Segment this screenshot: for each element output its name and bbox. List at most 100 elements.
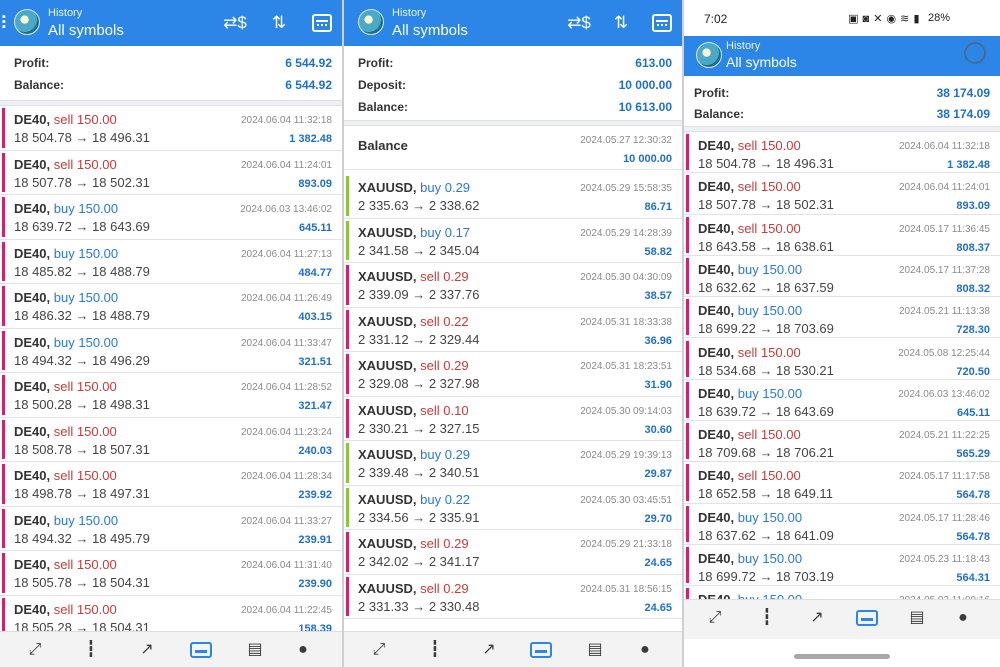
deal-amount: 403.15: [298, 311, 332, 323]
header-title[interactable]: All symbols: [48, 22, 124, 39]
deal-symbol: XAUUSD, buy 0.22: [358, 491, 471, 507]
deal-row[interactable]: DE40, sell 150.00 18 534.68 → 18 530.21 20…: [684, 338, 1000, 380]
history-inbox-icon[interactable]: [190, 642, 212, 658]
deal-row[interactable]: XAUUSD, buy 0.29 2 335.63 → 2 338.62 2024.…: [344, 174, 682, 219]
deal-prices: 18 699.22 → 18 703.69: [698, 321, 834, 337]
deal-prices: 18 632.62 → 18 637.59: [698, 279, 834, 295]
header-subtitle: History: [48, 7, 83, 19]
deal-row[interactable]: XAUUSD, buy 0.17 2 341.58 → 2 345.04 2024.…: [344, 218, 682, 263]
history-panel-2: History All symbols ⇄$ ⇅ Profit: 613.00 D…: [344, 0, 682, 667]
deal-prices: 18 639.72 → 18 643.69: [14, 219, 150, 234]
deal-time: 2024.05.29 21:33:18: [580, 539, 672, 550]
deal-prices: 2 331.12 → 2 329.44: [358, 331, 480, 347]
balance-row[interactable]: Balance 2024.05.27 12:30:32 10 000.00: [344, 126, 682, 170]
deal-row[interactable]: DE40, buy 150.00 18 639.72 → 18 643.69 202…: [0, 195, 342, 240]
deal-symbol: DE40, sell 150.00: [14, 557, 117, 572]
deal-time: 2024.05.29 15:58:35: [580, 183, 672, 194]
trend-icon[interactable]: ↗: [478, 640, 500, 660]
trend-icon[interactable]: ↗: [136, 640, 158, 660]
deal-amount: 564.78: [956, 489, 990, 502]
deal-row[interactable]: XAUUSD, sell 0.22 2 331.12 → 2 329.44 2024…: [344, 307, 682, 352]
deal-row[interactable]: DE40, sell 150.00 18 504.78 → 18 496.31 20…: [684, 132, 1000, 174]
deal-row[interactable]: DE40, sell 150.00 18 504.78 → 18 496.31 20…: [0, 106, 342, 151]
deal-amount: 645.11: [956, 406, 990, 419]
deal-symbol: DE40, sell 150.00: [698, 468, 801, 484]
deal-volume: 0.29: [444, 447, 471, 462]
deal-amount: 720.50: [956, 365, 990, 378]
deal-row[interactable]: DE40, buy 150.00 18 699.72 → 18 703.19 202…: [684, 545, 1000, 587]
sort-icon[interactable]: ⇅: [608, 11, 634, 35]
deal-row[interactable]: DE40, sell 150.00 18 505.78 → 18 504.31 20…: [0, 551, 342, 596]
news-icon[interactable]: ▤: [584, 640, 606, 660]
deal-row[interactable]: DE40, sell 150.00 18 643.58 → 18 638.61 20…: [684, 214, 1000, 256]
deal-prices: 2 339.48 → 2 340.51: [358, 465, 480, 480]
chart-candles-icon[interactable]: ┇: [756, 608, 778, 628]
deal-row[interactable]: DE40, buy 150.00 18 485.82 → 18 488.79 202…: [0, 239, 342, 284]
deal-row[interactable]: XAUUSD, buy 0.22 2 334.56 → 2 335.91 2024.…: [344, 485, 682, 530]
deal-side: buy: [737, 551, 759, 566]
deal-row[interactable]: DE40, buy 150.00 18 632.62 → 18 637.59 202…: [684, 255, 1000, 298]
deal-row[interactable]: XAUUSD, buy 0.29 2 339.48 → 2 340.51 2024.…: [344, 441, 682, 486]
deal-volume: 150.00: [78, 290, 119, 305]
battery-level: 28%: [927, 12, 950, 24]
deal-row[interactable]: XAUUSD, sell 0.29 2 331.33 → 2 330.48 2024…: [344, 574, 682, 619]
deal-row[interactable]: DE40, buy 150.00 18 494.32 → 18 495.79 202…: [0, 506, 342, 551]
deal-row[interactable]: XAUUSD, sell 0.29 2 342.02 → 2 341.17 2024…: [344, 530, 682, 575]
calendar-icon[interactable]: [312, 14, 332, 32]
deal-row[interactable]: DE40, sell 150.00 18 498.78 → 18 497.31 20…: [0, 462, 342, 507]
trade-icon[interactable]: ⤢: [24, 640, 46, 660]
header-title[interactable]: All symbols: [392, 22, 468, 39]
deal-side: sell: [53, 156, 74, 172]
deal-row[interactable]: DE40, sell 150.00 18 500.28 → 18 498.31 20…: [0, 373, 342, 418]
deal-row[interactable]: DE40, sell 150.00 18 507.78 → 18 502.31 20…: [0, 150, 342, 195]
news-icon[interactable]: ▤: [906, 608, 928, 628]
deal-time: 2024.05.30 04:30:09: [580, 272, 672, 283]
deal-symbol: DE40, buy 150.00: [698, 385, 803, 401]
history-inbox-icon[interactable]: [530, 642, 552, 658]
news-icon[interactable]: ▤: [244, 640, 266, 660]
deal-row[interactable]: XAUUSD, sell 0.10 2 330.21 → 2 327.15 2024…: [344, 396, 682, 441]
deal-row[interactable]: DE40, buy 150.00 18 494.32 → 18 496.29 202…: [0, 328, 342, 373]
deal-row[interactable]: DE40, buy 150.00 18 699.22 → 18 703.69 202…: [684, 297, 1000, 339]
history-inbox-icon[interactable]: [856, 610, 878, 626]
deal-row[interactable]: DE40, buy 150.00 18 637.62 → 18 641.09 202…: [684, 503, 1000, 545]
chart-candles-icon[interactable]: ┇: [424, 640, 446, 660]
chart-candles-icon[interactable]: ┇: [80, 640, 102, 660]
chat-icon[interactable]: ●: [292, 640, 314, 660]
trade-icon[interactable]: ⤢: [704, 608, 726, 628]
dollar-swap-icon[interactable]: ⇄$: [566, 11, 592, 35]
deal-prices: 18 485.82 → 18 488.79: [14, 263, 150, 279]
deal-row[interactable]: DE40, buy 150.00 18 639.72 → 18 643.69 202…: [684, 379, 1000, 422]
trade-icon[interactable]: ⤢: [368, 640, 390, 660]
deal-prices: 18 507.78 → 18 502.31: [14, 174, 150, 190]
deal-amount: 58.82: [644, 245, 672, 258]
deal-symbol: DE40, buy 150.00: [14, 512, 119, 528]
deal-row[interactable]: DE40, sell 150.00 18 507.78 → 18 502.31 20…: [684, 173, 1000, 215]
deal-row[interactable]: DE40, sell 150.00 18 709.68 → 18 706.21 20…: [684, 421, 1000, 463]
deal-row[interactable]: DE40, sell 150.00 18 652.58 → 18 649.11 20…: [684, 462, 1000, 504]
deal-side: sell: [737, 138, 758, 153]
deal-side: sell: [737, 344, 758, 360]
gesture-bar[interactable]: [794, 654, 890, 659]
deal-prices: 18 505.78 → 18 504.31: [14, 575, 150, 590]
deal-side: buy: [420, 224, 442, 240]
deal-side-bar: [686, 257, 689, 295]
chat-icon[interactable]: ●: [952, 608, 974, 628]
history-panel-3: 7:02 ▣ ◙ ✕ ◉ ≋ ▮ 28% History All symbols…: [684, 0, 1000, 667]
deal-row[interactable]: XAUUSD, sell 0.29 2 339.09 → 2 337.76 2024…: [344, 263, 682, 308]
deal-volume: 0.22: [444, 491, 471, 507]
deal-row[interactable]: XAUUSD, sell 0.29 2 329.08 → 2 327.98 2024…: [344, 352, 682, 397]
calendar-icon[interactable]: [652, 14, 672, 32]
dollar-swap-icon[interactable]: ⇄$: [222, 11, 248, 35]
header-title[interactable]: All symbols: [726, 54, 797, 70]
chat-icon[interactable]: ●: [634, 640, 656, 660]
deal-side: sell: [420, 358, 440, 373]
deal-row[interactable]: DE40, buy 150.00 18 486.32 → 18 488.79 202…: [0, 284, 342, 329]
sort-icon[interactable]: ⇅: [266, 11, 292, 35]
menu-icon[interactable]: ▪ ▪ ▪: [2, 12, 10, 33]
overlay-circle-icon[interactable]: [964, 42, 986, 64]
deal-row[interactable]: DE40, sell 150.00 18 508.78 → 18 507.31 20…: [0, 417, 342, 462]
trend-icon[interactable]: ↗: [806, 608, 828, 628]
balance-label: Balance: [358, 138, 408, 153]
deal-time: 2024.06.04 11:27:13: [240, 248, 332, 260]
